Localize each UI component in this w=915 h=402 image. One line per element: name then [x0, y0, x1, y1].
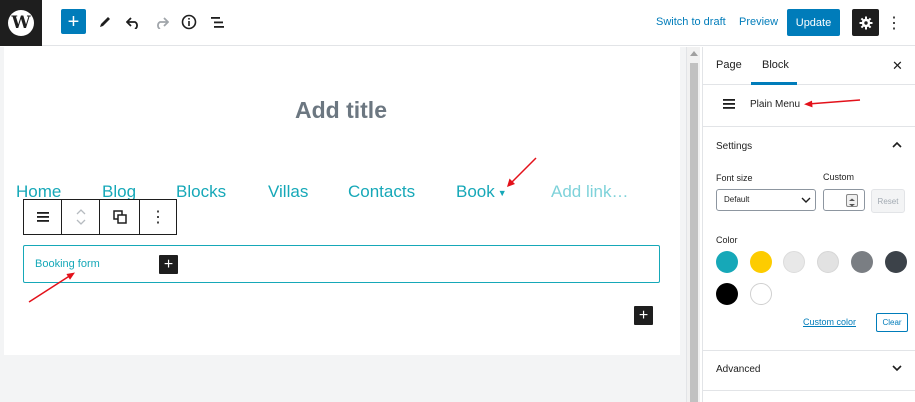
- inline-add-block-icon[interactable]: +: [159, 255, 178, 274]
- font-size-select[interactable]: Default: [716, 189, 816, 211]
- more-options-icon[interactable]: ⋮: [886, 12, 902, 34]
- settings-sidebar: Page Block ✕ Plain Menu Settings Font si…: [702, 47, 915, 402]
- redo-icon[interactable]: [149, 10, 173, 34]
- editor-canvas: Add title Home Blog Blocks Villas Contac…: [0, 47, 686, 402]
- add-submenu-icon: [112, 210, 127, 224]
- menu-lines-icon: [36, 212, 49, 222]
- color-label: Color: [716, 235, 738, 245]
- color-swatch-gray[interactable]: [851, 251, 873, 273]
- post-title-placeholder[interactable]: Add title: [0, 97, 682, 124]
- block-more-options-icon[interactable]: ⋮: [140, 200, 176, 234]
- move-up-down-icon: [76, 209, 85, 225]
- block-navigation-icon[interactable]: [205, 10, 229, 34]
- booking-form-label: Booking form: [35, 258, 100, 270]
- reset-button[interactable]: Reset: [871, 189, 905, 213]
- booking-form-block[interactable]: Booking form +: [23, 245, 660, 283]
- color-swatch-white[interactable]: [750, 283, 772, 305]
- tab-page[interactable]: Page: [716, 59, 742, 71]
- add-block-button[interactable]: +: [61, 9, 86, 34]
- block-name: Plain Menu: [750, 99, 801, 110]
- bottom-add-block-icon[interactable]: +: [634, 306, 653, 325]
- color-swatch-black[interactable]: [716, 283, 738, 305]
- nav-item-contacts[interactable]: Contacts: [348, 182, 415, 202]
- sidebar-tabs: Page Block ✕: [703, 47, 915, 85]
- custom-size-input[interactable]: [823, 189, 865, 211]
- settings-panel-toggle[interactable]: Settings: [703, 127, 915, 167]
- close-icon[interactable]: ✕: [892, 58, 903, 74]
- switch-to-draft-link[interactable]: Switch to draft: [656, 16, 726, 28]
- settings-gear-button[interactable]: [852, 9, 879, 36]
- block-type-button[interactable]: [24, 200, 62, 234]
- number-spinner-icon[interactable]: [846, 194, 858, 207]
- nav-add-link[interactable]: Add link…: [551, 182, 628, 202]
- advanced-panel-title: Advanced: [716, 364, 761, 375]
- nav-item-blocks[interactable]: Blocks: [176, 182, 226, 202]
- wordpress-logo-button[interactable]: W: [0, 0, 42, 46]
- custom-size-label: Custom: [823, 172, 855, 182]
- chevron-up-icon: [892, 141, 902, 148]
- chevron-down-icon: [801, 197, 811, 203]
- editor-header: W + Switch to draft Preview Update ⋮: [0, 0, 915, 46]
- nav-item-book-label: Book: [456, 182, 495, 201]
- color-swatch-teal[interactable]: [716, 251, 738, 273]
- gear-icon: [859, 16, 872, 29]
- preview-link[interactable]: Preview: [739, 16, 778, 28]
- advanced-panel-toggle[interactable]: Advanced: [703, 350, 915, 390]
- color-swatch-light-gray[interactable]: [783, 251, 805, 273]
- color-swatch-charcoal[interactable]: [885, 251, 907, 273]
- submenu-button[interactable]: [100, 200, 140, 234]
- settings-panel-title: Settings: [716, 141, 753, 152]
- menu-lines-icon: [723, 99, 735, 109]
- update-button[interactable]: Update: [787, 9, 840, 36]
- undo-icon[interactable]: [121, 10, 145, 34]
- wordpress-icon: W: [8, 10, 34, 36]
- font-size-label: Font size: [716, 173, 753, 183]
- scroll-thumb[interactable]: [690, 63, 698, 402]
- panel-divider: [703, 390, 915, 391]
- color-swatch-yellow[interactable]: [750, 251, 772, 273]
- color-swatch-pale-gray[interactable]: [817, 251, 839, 273]
- block-editor: W + Switch to draft Preview Update ⋮ Add…: [0, 0, 915, 402]
- scroll-up-arrow-icon[interactable]: [690, 51, 698, 56]
- block-card: Plain Menu: [703, 85, 915, 127]
- custom-color-link[interactable]: Custom color: [803, 317, 856, 327]
- clear-color-button[interactable]: Clear: [876, 313, 908, 332]
- block-toolbar: ⋮: [23, 199, 177, 235]
- editor-scrollbar[interactable]: [686, 47, 700, 402]
- nav-item-villas[interactable]: Villas: [268, 182, 308, 202]
- tools-pencil-icon[interactable]: [93, 10, 117, 34]
- block-mover[interactable]: [62, 200, 100, 234]
- nav-item-book[interactable]: Book ▼: [456, 182, 507, 202]
- submenu-caret-icon: ▼: [497, 187, 507, 198]
- tab-block[interactable]: Block: [762, 59, 789, 71]
- info-icon[interactable]: [177, 10, 201, 34]
- font-size-value: Default: [724, 195, 750, 204]
- chevron-down-icon: [892, 365, 902, 372]
